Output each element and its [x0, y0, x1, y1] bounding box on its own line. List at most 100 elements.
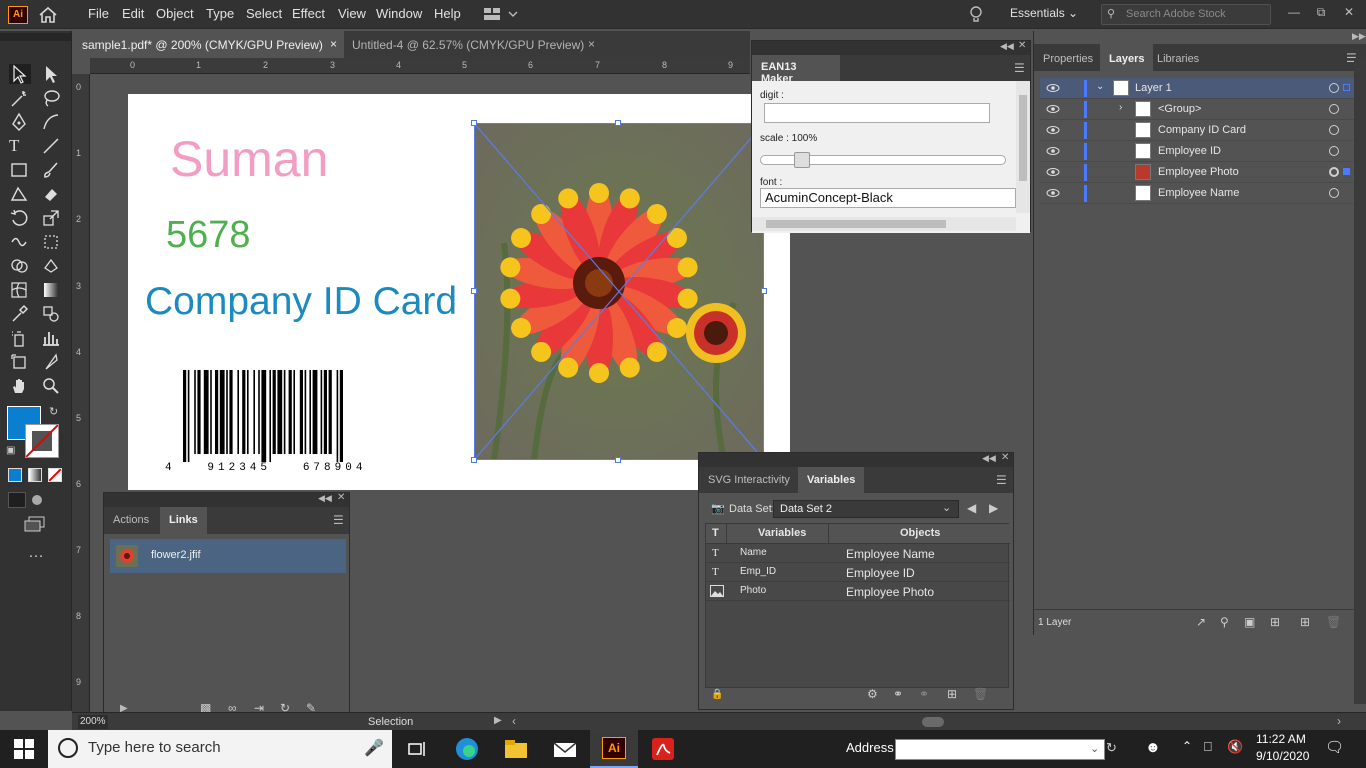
- line-tool-icon[interactable]: [41, 136, 63, 156]
- refresh-icon[interactable]: ↻: [1106, 740, 1117, 756]
- tab-svg-interactivity[interactable]: SVG Interactivity: [699, 467, 799, 493]
- visibility-eye-icon[interactable]: [1046, 166, 1060, 178]
- layer-name[interactable]: Company ID Card: [1158, 124, 1246, 136]
- illustrator-taskbar-button[interactable]: Ai: [590, 730, 638, 768]
- layer-name[interactable]: Employee Name: [1158, 187, 1239, 199]
- panel-header[interactable]: ◀◀ ✕: [752, 40, 1030, 55]
- panel-menu-icon[interactable]: ☰: [1014, 61, 1025, 75]
- zoom-tool-icon[interactable]: [41, 376, 63, 396]
- free-transform-tool-icon[interactable]: [41, 232, 63, 252]
- layer-name[interactable]: Employee ID: [1158, 145, 1221, 157]
- direct-selection-tool-icon[interactable]: [41, 64, 63, 84]
- employee-photo[interactable]: [471, 120, 767, 463]
- chevron-up-icon[interactable]: ⌃: [1182, 739, 1192, 753]
- address-input[interactable]: ⌄: [895, 739, 1105, 760]
- restore-icon[interactable]: ⧉: [1313, 5, 1329, 21]
- screen-mode-icon[interactable]: [24, 516, 46, 532]
- network-icon[interactable]: ⎕: [1204, 739, 1212, 755]
- collapse-icon[interactable]: ◀◀: [982, 453, 996, 464]
- blend-tool-icon[interactable]: [41, 304, 63, 324]
- visibility-eye-icon[interactable]: [1046, 82, 1060, 94]
- tab-links[interactable]: Links: [160, 507, 207, 534]
- stroke-color-swatch[interactable]: [25, 424, 59, 458]
- horizontal-scroll-thumb[interactable]: [922, 717, 944, 727]
- layer-name[interactable]: <Group>: [1158, 103, 1201, 115]
- close-icon[interactable]: ✕: [337, 492, 345, 503]
- tab-layers[interactable]: Layers: [1100, 44, 1154, 74]
- visibility-eye-icon[interactable]: [1046, 145, 1060, 157]
- company-id-card-text[interactable]: Company ID Card: [145, 280, 457, 324]
- layer-row[interactable]: › <Group>: [1040, 99, 1360, 120]
- panel-header[interactable]: ◀◀ ✕: [104, 492, 349, 507]
- layer-target-icon[interactable]: [1329, 188, 1339, 198]
- selection-handle[interactable]: [471, 457, 477, 463]
- layer-target-icon[interactable]: [1329, 167, 1339, 177]
- layer-target-icon[interactable]: [1329, 83, 1339, 93]
- chevron-right-icon[interactable]: ›: [1119, 102, 1122, 113]
- home-icon[interactable]: [38, 6, 58, 24]
- symbol-sprayer-tool-icon[interactable]: [9, 328, 31, 348]
- make-dynamic-icon[interactable]: ⚭: [893, 687, 903, 701]
- new-sublayer-icon[interactable]: ⊞: [1270, 615, 1280, 629]
- none-mode-icon[interactable]: [48, 468, 62, 482]
- people-icon[interactable]: ☻: [1145, 739, 1161, 756]
- close-icon[interactable]: ✕: [1001, 452, 1009, 463]
- selection-handle[interactable]: [471, 288, 477, 294]
- column-graph-tool-icon[interactable]: [41, 328, 63, 348]
- table-row[interactable]: T Name Employee Name: [706, 544, 1010, 563]
- menu-file[interactable]: File: [88, 6, 109, 21]
- menu-type[interactable]: Type: [206, 6, 234, 21]
- mesh-tool-icon[interactable]: [9, 280, 31, 300]
- previous-dataset-icon[interactable]: ◀: [967, 501, 976, 515]
- panel-header[interactable]: ◀◀ ✕: [699, 452, 1013, 467]
- employee-name-text[interactable]: Suman: [170, 130, 328, 188]
- file-explorer-icon[interactable]: [503, 736, 529, 762]
- unbind-icon[interactable]: ⚭: [919, 687, 929, 701]
- tab-close-icon[interactable]: ×: [588, 37, 595, 51]
- dataset-select[interactable]: Data Set 2 ⌄: [773, 500, 959, 518]
- task-view-icon[interactable]: [405, 736, 431, 762]
- collect-for-export-icon[interactable]: ↗: [1196, 615, 1206, 629]
- acrobat-icon[interactable]: [650, 736, 676, 762]
- curvature-tool-icon[interactable]: [41, 112, 63, 132]
- lightbulb-icon[interactable]: [968, 5, 984, 25]
- minimize-icon[interactable]: —: [1286, 5, 1302, 21]
- toolbar-grip[interactable]: [0, 33, 72, 41]
- trash-icon[interactable]: 🗑: [1326, 615, 1341, 629]
- microphone-icon[interactable]: 🎤: [364, 738, 384, 758]
- scroll-right-icon[interactable]: ›: [1337, 714, 1341, 728]
- menu-window[interactable]: Window: [376, 6, 422, 21]
- clock-time[interactable]: 11:22 AM: [1256, 732, 1306, 746]
- camera-icon[interactable]: 📷: [711, 502, 725, 515]
- tab-actions[interactable]: Actions: [104, 507, 158, 534]
- selection-indicator[interactable]: [1343, 168, 1350, 175]
- scale-tool-icon[interactable]: [41, 208, 63, 228]
- link-item[interactable]: flower2.jfif: [110, 539, 346, 573]
- clock-date[interactable]: 9/10/2020: [1256, 749, 1309, 763]
- hand-tool-icon[interactable]: [9, 376, 31, 396]
- digit-input[interactable]: [764, 103, 990, 123]
- menu-help[interactable]: Help: [434, 6, 461, 21]
- zoom-level[interactable]: 200%: [78, 715, 108, 729]
- layer-target-icon[interactable]: [1329, 104, 1339, 114]
- layer-row[interactable]: Employee Name: [1040, 183, 1360, 204]
- menu-select[interactable]: Select: [246, 6, 282, 21]
- scale-slider-thumb[interactable]: [794, 152, 810, 168]
- shaper-tool-icon[interactable]: [9, 184, 31, 204]
- visibility-eye-icon[interactable]: [1046, 187, 1060, 199]
- type-tool-icon[interactable]: T: [9, 136, 31, 156]
- close-icon[interactable]: ✕: [1341, 5, 1357, 21]
- new-layer-icon[interactable]: ⊞: [1300, 615, 1310, 629]
- trash-icon[interactable]: 🗑: [973, 687, 988, 701]
- windows-start-icon[interactable]: [14, 739, 34, 759]
- more-tools-icon[interactable]: …: [28, 544, 44, 562]
- selection-handle[interactable]: [761, 288, 767, 294]
- volume-muted-icon[interactable]: 🔇: [1227, 739, 1243, 755]
- selection-tool-icon[interactable]: [9, 64, 31, 84]
- collapse-icon[interactable]: ▶▶: [1352, 31, 1366, 42]
- mail-icon[interactable]: [552, 736, 578, 762]
- horizontal-scrollbar[interactable]: [752, 217, 1016, 231]
- rotate-tool-icon[interactable]: [9, 208, 31, 228]
- visibility-eye-icon[interactable]: [1046, 103, 1060, 115]
- table-row[interactable]: T Emp_ID Employee ID: [706, 563, 1010, 582]
